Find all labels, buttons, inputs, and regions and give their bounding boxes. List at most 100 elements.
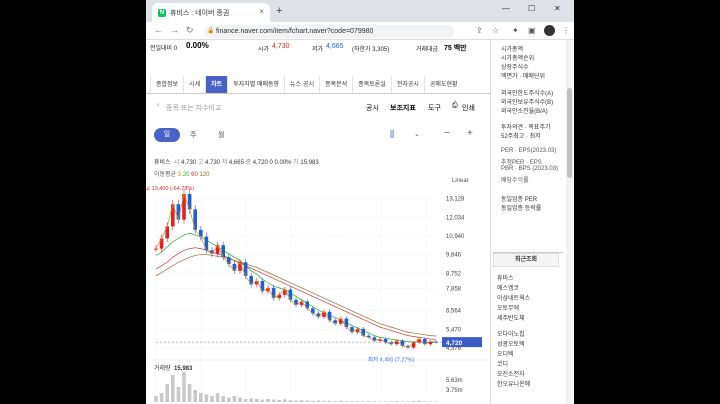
close-window-button[interactable]: ✕: [554, 4, 561, 13]
reload-button[interactable]: ↻: [186, 25, 194, 36]
scrollbar-thumb[interactable]: [567, 88, 572, 178]
extensions-icon[interactable]: ✦: [512, 26, 519, 35]
recent-item[interactable]: 오진소전자: [497, 369, 525, 378]
share-icon[interactable]: ⇪: [476, 26, 483, 35]
tab-8[interactable]: 공매도현황: [423, 76, 463, 93]
volume-bar: [159, 393, 164, 402]
indicator-link[interactable]: 보조지표: [390, 103, 416, 113]
info-low: 4,665: [228, 160, 244, 166]
period-month-button[interactable]: 월: [218, 130, 224, 140]
tab-1[interactable]: 시세: [183, 76, 205, 93]
sidebar-scrollbar[interactable]: [566, 40, 573, 404]
volume-bar: [283, 399, 287, 402]
recent-item[interactable]: 코디: [497, 359, 508, 368]
maximize-button[interactable]: ☐: [528, 4, 535, 13]
sidebar-per-line-1: 추정PER · EPS: [501, 160, 542, 166]
sidebar-foreign-line-0: 외국인한도주식수(A): [501, 91, 554, 97]
menu-kebab-icon[interactable]: ⋮: [562, 26, 570, 35]
tab-6[interactable]: 종목토론실: [352, 76, 391, 93]
tab-3[interactable]: 투자자별 매매동향: [227, 76, 284, 93]
compare-search-input[interactable]: 종목 또는 지수비교: [166, 103, 221, 113]
bookmark-star-icon[interactable]: ☆: [492, 26, 499, 35]
lock-icon: 🔒: [207, 28, 215, 34]
y-tick-label: 6,564: [446, 309, 462, 315]
candle-body: [271, 287, 276, 299]
recent-item[interactable]: 오다이노칩: [497, 329, 525, 338]
browser-window: N 휴비스 : 네이버 증권 × + — ☐ ✕ ← → ↻ 🔒 finance…: [146, 0, 574, 404]
zoom-in-button[interactable]: +: [467, 128, 473, 139]
ma120-line: [155, 254, 437, 337]
price-chart[interactable]: Linear 13,128 12,034 10,940 9,846 8,752 7,858…: [146, 178, 490, 404]
candle-body: [243, 262, 248, 276]
scale-label[interactable]: Linear: [452, 178, 469, 184]
volume-bar: [271, 399, 276, 402]
candle-body: [165, 226, 169, 239]
candle-body: [193, 209, 197, 230]
sidebar-sector-line-0: 동일업종 PER: [501, 197, 538, 203]
sidebar-foreign-line-2: 외국인소진율(B/A): [501, 109, 548, 115]
recent-item[interactable]: 이삼네트웍스: [497, 293, 530, 302]
browser-tab[interactable]: N 휴비스 : 네이버 증권 ×: [152, 3, 270, 22]
recent-item[interactable]: 성광오토텍: [497, 339, 525, 348]
print-link[interactable]: 인쇄: [462, 103, 475, 113]
volume-tick-label: 5.63m: [446, 378, 463, 384]
recent-item[interactable]: 한오유니온메: [497, 379, 530, 388]
tools-link[interactable]: 도구: [428, 103, 441, 113]
minimize-button[interactable]: —: [502, 4, 510, 13]
tab-7[interactable]: 전자공시: [390, 76, 424, 93]
volume-bar: [255, 399, 259, 402]
period-day-button[interactable]: 일: [154, 128, 180, 142]
recent-item[interactable]: 세주반도체: [497, 313, 525, 322]
volume-bar: [215, 393, 220, 402]
recent-item[interactable]: 오디텍: [497, 349, 514, 358]
candle-body: [176, 204, 181, 220]
ma60-line: [155, 247, 437, 340]
tab-2[interactable]: 차트: [205, 76, 228, 93]
disclosure-link[interactable]: 공시: [366, 103, 379, 113]
tab-close-icon[interactable]: ×: [259, 7, 264, 16]
info-close: 4,720: [252, 160, 268, 166]
tab-0[interactable]: 종합정보: [150, 76, 183, 93]
period-week-button[interactable]: 주: [190, 130, 196, 140]
sidepanel-icon[interactable]: ▣: [528, 26, 536, 35]
volume-bar: [232, 396, 237, 402]
recent-item[interactable]: 오토무에: [497, 303, 519, 312]
recent-item[interactable]: 에스엠코: [497, 283, 519, 292]
tab-4[interactable]: 뉴스·공시: [284, 76, 319, 93]
volume-bar: [199, 393, 203, 402]
volume-bar: [227, 397, 231, 402]
back-button[interactable]: ←: [154, 25, 163, 35]
candle-type-icon[interactable]: ⫼: [390, 129, 394, 140]
new-tab-button[interactable]: +: [276, 5, 282, 17]
forward-button[interactable]: →: [170, 25, 179, 35]
price-chart-svg: 13,128 12,034 10,940 9,846 8,752 7,858 6,564 5,…: [146, 184, 490, 402]
print-icon[interactable]: ⎙: [452, 102, 458, 110]
volume-bar: [355, 401, 360, 402]
volume-bar: [187, 384, 192, 402]
stock-summary-header: 전일대비 0 0.00% 시가 4,730 저가 4,665 (하한가 3,30…: [146, 40, 490, 60]
volume-bar: [327, 400, 332, 402]
tab-5[interactable]: 종목분석: [319, 76, 352, 93]
volume-bar: [344, 401, 349, 402]
sidebar-per-line-2: PBR · BPS (2023.03): [501, 166, 559, 172]
volume-bar: [411, 401, 416, 402]
y-tick-label: 8,752: [446, 271, 462, 277]
ma5-label: 5: [177, 172, 182, 178]
address-bar[interactable]: 🔒 finance.naver.com/item/fchart.naver?co…: [204, 25, 454, 38]
stock-tabs: 종합정보 시세 차트 투자자별 매매동향 뉴스·공시 종목분석 종목토론실 전자공시 공매도현황: [146, 76, 490, 94]
volume-bar: [400, 401, 405, 402]
volume-bar: [395, 401, 399, 402]
y-tick-label: 10,940: [446, 234, 465, 240]
address-toolbar: ← → ↻ 🔒 finance.naver.com/item/fchart.na…: [146, 22, 574, 40]
recent-item[interactable]: 휴비스: [497, 273, 514, 282]
y-tick-label: 12,034: [446, 215, 465, 221]
tab-bar: N 휴비스 : 네이버 증권 × + — ☐ ✕: [146, 0, 574, 22]
zoom-out-button[interactable]: −: [444, 128, 450, 139]
profile-avatar[interactable]: [544, 25, 555, 36]
chevron-down-icon[interactable]: ⌄: [414, 130, 420, 138]
volume-bar: [171, 375, 175, 402]
volume-bar: [266, 399, 270, 402]
volume-bar: [204, 394, 209, 402]
volume-bar: [210, 396, 214, 402]
volume-bar: [322, 400, 326, 402]
